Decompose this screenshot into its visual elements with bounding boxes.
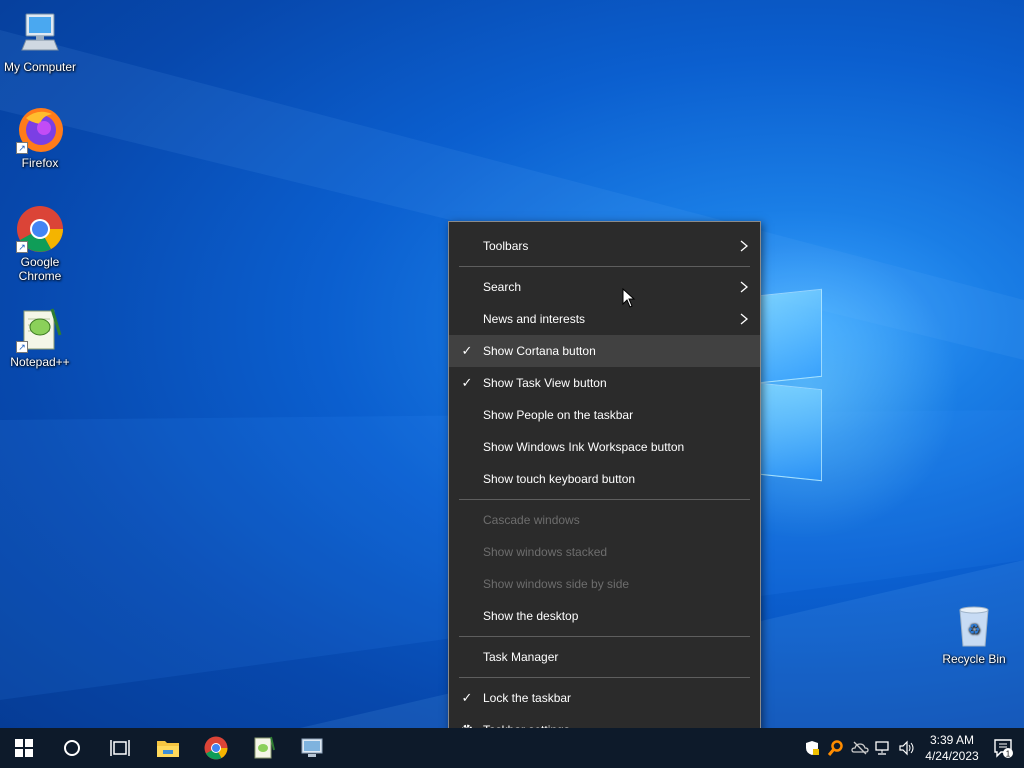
menu-item-label: Search (483, 280, 522, 294)
menu-item-label: Cascade windows (483, 513, 580, 527)
shortcut-arrow-icon: ↗ (16, 241, 28, 253)
menu-item-lock-the-taskbar[interactable]: ✓ Lock the taskbar (449, 682, 760, 714)
desktop-icon-recycle-bin[interactable]: ♻ Recycle Bin (934, 602, 1014, 666)
notepadpp-icon: ↗ (16, 305, 64, 353)
volume-icon[interactable] (896, 728, 920, 768)
system-tray: 3:39 AM 4/24/2023 1 (800, 728, 1024, 768)
menu-separator (459, 636, 750, 637)
menu-item-show-windows-stacked: Show windows stacked (449, 536, 760, 568)
start-button[interactable] (0, 728, 48, 768)
shortcut-arrow-icon: ↗ (16, 341, 28, 353)
clock-date: 4/24/2023 (925, 749, 979, 763)
start-icon (15, 739, 33, 757)
taskbar-clock[interactable]: 3:39 AM 4/24/2023 (920, 732, 984, 764)
desktop-icon-notepadpp[interactable]: ↗ Notepad++ (0, 305, 80, 369)
desktop-icon-label: My Computer (3, 60, 77, 74)
recycle-bin-icon: ♻ (950, 602, 998, 650)
menu-item-label: Lock the taskbar (483, 691, 572, 705)
menu-item-label: Toolbars (483, 239, 529, 253)
cortana-button[interactable] (48, 728, 96, 768)
menu-separator (459, 677, 750, 678)
task-view-icon (110, 740, 130, 756)
checkmark-icon: ✓ (461, 343, 473, 358)
cortana-icon (64, 740, 80, 756)
taskbar-remote-desktop[interactable] (288, 728, 336, 768)
chevron-right-icon (740, 281, 749, 293)
menu-item-label: Show the desktop (483, 609, 579, 623)
clock-time: 3:39 AM (929, 733, 975, 747)
desktop-icon-label: Recycle Bin (942, 652, 1006, 666)
search-tool-icon[interactable] (824, 728, 848, 768)
mouse-cursor-icon (622, 288, 636, 308)
notification-count: 1 (1006, 750, 1011, 759)
checkmark-icon: ✓ (461, 375, 473, 390)
wallpaper-windows-logo (758, 288, 824, 482)
menu-item-search[interactable]: Search (449, 271, 760, 303)
firefox-icon: ↗ (16, 106, 64, 154)
menu-item-label: Show touch keyboard button (483, 472, 636, 486)
menu-item-label: Show Cortana button (483, 344, 596, 358)
taskbar[interactable]: 3:39 AM 4/24/2023 1 (0, 728, 1024, 768)
menu-item-show-task-view-button[interactable]: ✓ Show Task View button (449, 367, 760, 399)
menu-item-label: Show windows stacked (483, 545, 608, 559)
desktop-icon-google-chrome[interactable]: ↗ Google Chrome (0, 205, 80, 283)
desktop-icon-label: Google Chrome (18, 255, 62, 283)
menu-item-show-windows-ink-workspace-button[interactable]: Show Windows Ink Workspace button (449, 431, 760, 463)
svg-text:♻: ♻ (968, 622, 981, 638)
menu-separator (459, 266, 750, 267)
menu-item-label: Task Manager (483, 650, 559, 664)
desktop-icon-my-computer[interactable]: My Computer (0, 10, 80, 74)
desktop-icon-firefox[interactable]: ↗ Firefox (0, 106, 80, 170)
action-center-button[interactable]: 1 (984, 728, 1024, 768)
menu-separator (459, 499, 750, 500)
chevron-right-icon (740, 240, 749, 252)
task-view-button[interactable] (96, 728, 144, 768)
menu-item-cascade-windows: Cascade windows (449, 504, 760, 536)
shortcut-arrow-icon: ↗ (16, 142, 28, 154)
menu-item-label: News and interests (483, 312, 586, 326)
notification-icon: 1 (994, 739, 1013, 759)
taskbar-file-explorer[interactable] (144, 728, 192, 768)
menu-item-show-the-desktop[interactable]: Show the desktop (449, 600, 760, 632)
desktop-icon-label: Firefox (21, 156, 59, 170)
chevron-right-icon (740, 313, 749, 325)
menu-item-toolbars[interactable]: Toolbars (449, 230, 760, 262)
security-shield-icon[interactable] (800, 728, 824, 768)
checkmark-icon: ✓ (461, 690, 473, 705)
menu-item-label: Show windows side by side (483, 577, 630, 591)
menu-item-show-windows-side-by-side: Show windows side by side (449, 568, 760, 600)
menu-item-label: Show Windows Ink Workspace button (483, 440, 685, 454)
menu-item-show-people-on-the-taskbar[interactable]: Show People on the taskbar (449, 399, 760, 431)
menu-item-label: Show People on the taskbar (483, 408, 634, 422)
menu-item-task-manager[interactable]: Task Manager (449, 641, 760, 673)
taskbar-chrome[interactable] (192, 728, 240, 768)
taskbar-notepadpp[interactable] (240, 728, 288, 768)
chrome-icon (204, 736, 228, 760)
chrome-icon: ↗ (16, 205, 64, 253)
notepadpp-icon (254, 736, 275, 759)
menu-item-news-and-interests[interactable]: News and interests (449, 303, 760, 335)
network-icon[interactable] (872, 728, 896, 768)
menu-item-show-touch-keyboard-button[interactable]: Show touch keyboard button (449, 463, 760, 495)
desktop-icon-label: Notepad++ (10, 355, 70, 369)
taskbar-context-menu: Toolbars Search News and interests ✓ Show Co… (448, 221, 761, 754)
computer-icon (16, 10, 64, 58)
file-explorer-icon (157, 741, 179, 757)
remote-desktop-icon (301, 738, 323, 757)
menu-item-label: Show Task View button (483, 376, 607, 390)
onedrive-offline-icon[interactable] (848, 728, 872, 768)
menu-item-show-cortana-button[interactable]: ✓ Show Cortana button (449, 335, 760, 367)
